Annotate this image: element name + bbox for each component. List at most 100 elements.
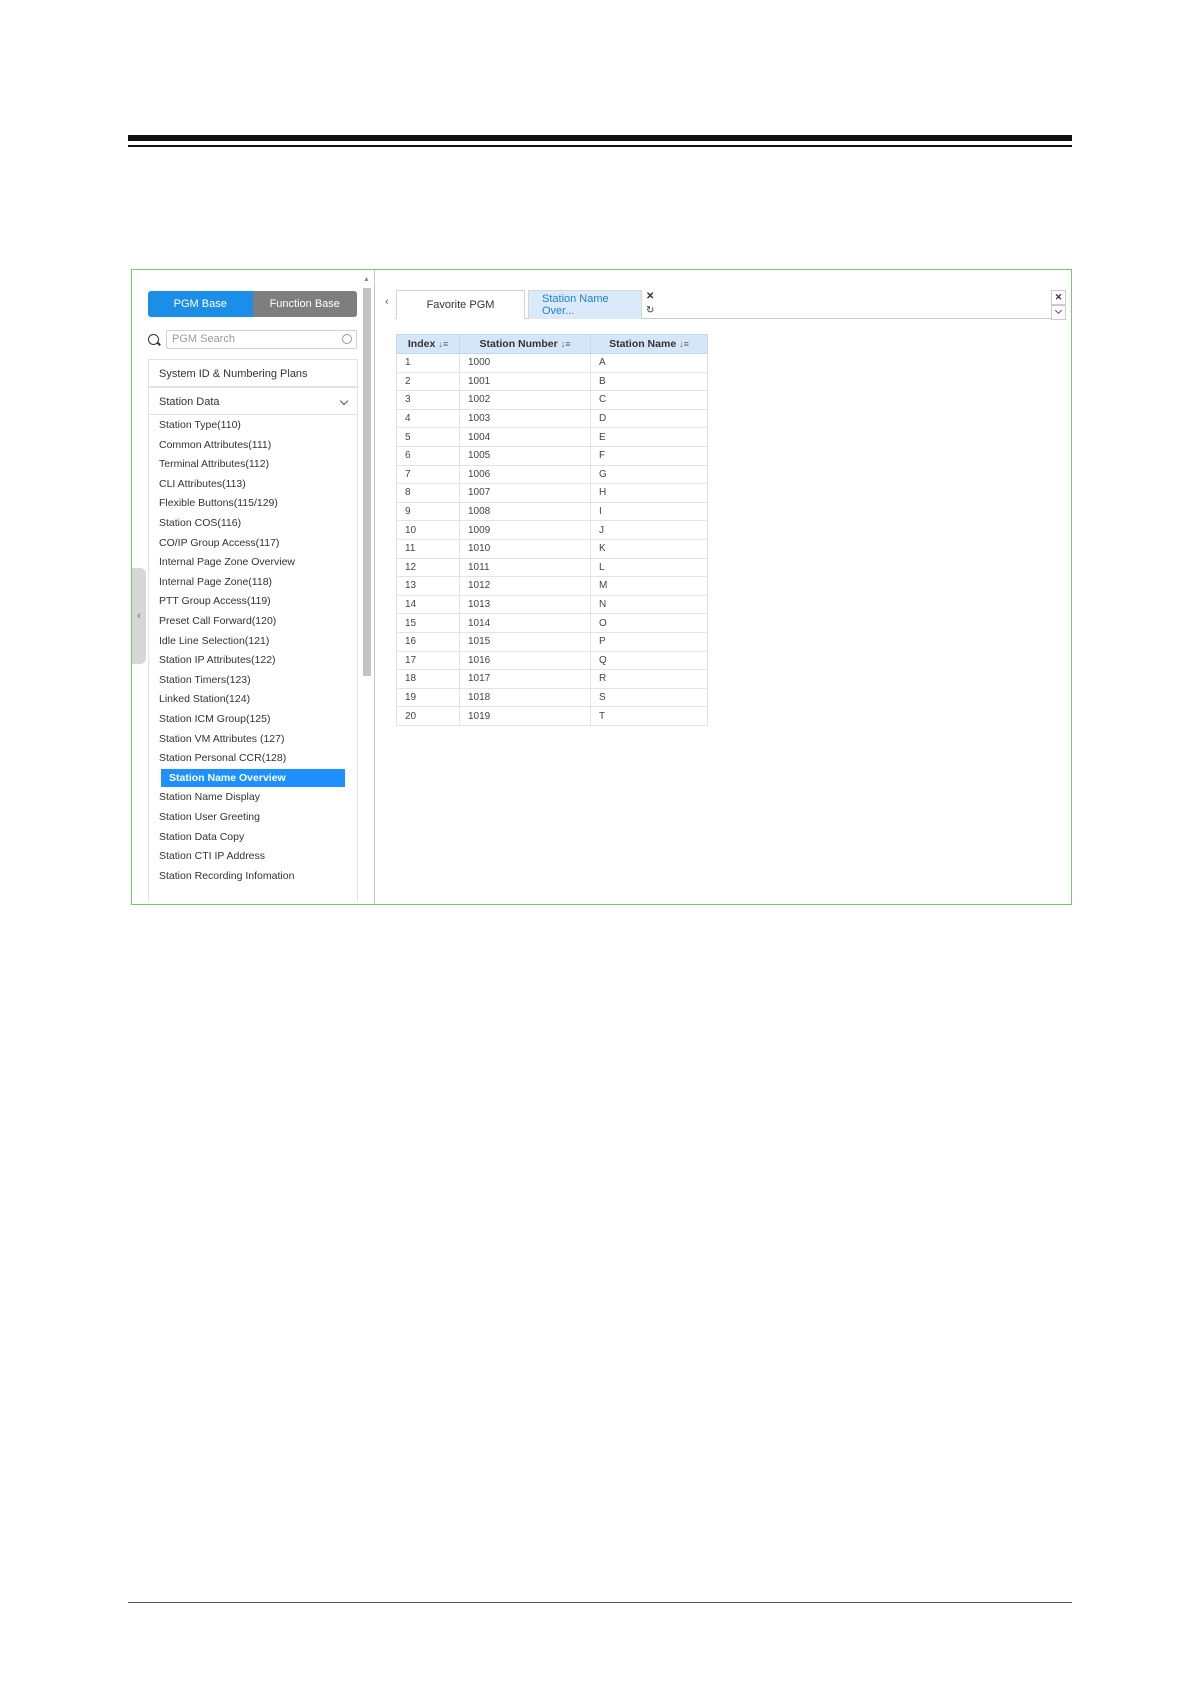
table-row[interactable]: 9 1008 I bbox=[396, 502, 708, 522]
refresh-icon[interactable]: ↻ bbox=[646, 305, 654, 316]
cell-station-number: 1011 bbox=[459, 558, 591, 578]
submenu-item[interactable]: CO/IP Group Access(117) bbox=[159, 534, 279, 552]
close-all-icon[interactable]: ✕ bbox=[1051, 290, 1066, 305]
submenu-item[interactable]: Station COS(116) bbox=[159, 514, 241, 532]
cell-station-name: J bbox=[590, 520, 708, 540]
column-header-index[interactable]: Index ↓≡ bbox=[396, 334, 460, 354]
cell-station-number: 1002 bbox=[459, 390, 591, 410]
column-header-station-name[interactable]: Station Name ↓≡ bbox=[590, 334, 708, 354]
cell-station-number: 1001 bbox=[459, 372, 591, 392]
cell-index: 3 bbox=[396, 390, 460, 410]
submenu-item[interactable]: CLI Attributes(113) bbox=[159, 475, 246, 493]
pgm-base-button[interactable]: PGM Base bbox=[148, 291, 253, 317]
cell-index: 19 bbox=[396, 688, 460, 708]
table-row[interactable]: 8 1007 H bbox=[396, 483, 708, 503]
cell-station-number: 1007 bbox=[459, 483, 591, 503]
submenu-item[interactable]: Station IP Attributes(122) bbox=[159, 651, 276, 669]
header-label: Station Name bbox=[609, 338, 677, 350]
table-row[interactable]: 16 1015 P bbox=[396, 632, 708, 652]
clear-search-icon[interactable] bbox=[342, 334, 352, 344]
submenu-item[interactable]: Terminal Attributes(112) bbox=[159, 455, 269, 473]
column-header-station-number[interactable]: Station Number ↓≡ bbox=[459, 334, 591, 354]
table-row[interactable]: 17 1016 Q bbox=[396, 651, 708, 671]
table-row[interactable]: 6 1005 F bbox=[396, 446, 708, 466]
submenu-item[interactable]: Idle Line Selection(121) bbox=[159, 632, 269, 650]
table-row[interactable]: 20 1019 T bbox=[396, 706, 708, 726]
table-row[interactable]: 5 1004 E bbox=[396, 427, 708, 447]
cell-index: 20 bbox=[396, 706, 460, 726]
table-row[interactable]: 12 1011 L bbox=[396, 558, 708, 578]
menu-station-data[interactable]: Station Data bbox=[148, 387, 358, 415]
cell-station-name: O bbox=[590, 613, 708, 633]
submenu-item[interactable]: Station Recording Infomation bbox=[159, 867, 294, 885]
submenu-item[interactable]: Station Data Copy bbox=[159, 828, 244, 846]
submenu-item[interactable]: Station Personal CCR(128) bbox=[159, 749, 286, 767]
submenu-item[interactable]: Station VM Attributes (127) bbox=[159, 730, 284, 748]
header-rule-thick bbox=[128, 135, 1072, 141]
submenu-item[interactable]: Flexible Buttons(115/129) bbox=[159, 494, 278, 512]
submenu-item[interactable]: Station ICM Group(125) bbox=[159, 710, 270, 728]
pgm-navigation-panel: ‹ PGM Base Function Base PGM Search Syst… bbox=[132, 270, 375, 904]
cell-index: 4 bbox=[396, 409, 460, 429]
cell-station-number: 1015 bbox=[459, 632, 591, 652]
table-row[interactable]: 2 1001 B bbox=[396, 372, 708, 392]
table-row[interactable]: 18 1017 R bbox=[396, 669, 708, 689]
cell-station-name: Q bbox=[590, 651, 708, 671]
cell-station-number: 1019 bbox=[459, 706, 591, 726]
cell-station-name: D bbox=[590, 409, 708, 429]
station-name-table: Index ↓≡ Station Number ↓≡ Station Name ↓≡ … bbox=[396, 334, 708, 726]
sort-icon: ↓≡ bbox=[438, 339, 449, 349]
table-row[interactable]: 7 1006 G bbox=[396, 465, 708, 485]
table-header-row: Index ↓≡ Station Number ↓≡ Station Name ↓≡ bbox=[396, 334, 708, 354]
submenu-item[interactable]: Station User Greeting bbox=[159, 808, 260, 826]
submenu-item[interactable]: Station Name Display bbox=[159, 788, 260, 806]
submenu-item[interactable]: Station Name Overview bbox=[161, 768, 345, 787]
table-row[interactable]: 19 1018 S bbox=[396, 688, 708, 708]
submenu-item[interactable]: Station CTI IP Address bbox=[159, 847, 265, 865]
function-base-button[interactable]: Function Base bbox=[252, 291, 357, 317]
submenu-item[interactable]: Station Timers(123) bbox=[159, 671, 251, 689]
table-row[interactable]: 15 1014 O bbox=[396, 613, 708, 633]
collapse-panel-handle[interactable]: ‹ bbox=[132, 568, 146, 664]
tab-favorite-pgm[interactable]: Favorite PGM bbox=[396, 290, 525, 319]
menu-system-id-label: System ID & Numbering Plans bbox=[159, 368, 308, 380]
submenu-item[interactable]: Common Attributes(111) bbox=[159, 436, 271, 454]
cell-station-name: P bbox=[590, 632, 708, 652]
scroll-up-arrow-icon[interactable]: ▲ bbox=[363, 276, 370, 283]
table-row[interactable]: 4 1003 D bbox=[396, 409, 708, 429]
submenu-item[interactable]: Preset Call Forward(120) bbox=[159, 612, 276, 630]
cell-station-name: C bbox=[590, 390, 708, 410]
cell-station-name: M bbox=[590, 576, 708, 596]
cell-station-number: 1013 bbox=[459, 595, 591, 615]
table-row[interactable]: 13 1012 M bbox=[396, 576, 708, 596]
cell-station-number: 1000 bbox=[459, 353, 591, 373]
submenu-item[interactable]: PTT Group Access(119) bbox=[159, 592, 271, 610]
header-label: Index bbox=[407, 338, 436, 350]
table-row[interactable]: 1 1000 A bbox=[396, 353, 708, 373]
mode-toggle: PGM Base Function Base bbox=[148, 291, 357, 317]
cell-index: 13 bbox=[396, 576, 460, 596]
menu-station-data-label: Station Data bbox=[159, 396, 220, 408]
cell-index: 9 bbox=[396, 502, 460, 522]
table-row[interactable]: 3 1002 C bbox=[396, 390, 708, 410]
cell-station-number: 1006 bbox=[459, 465, 591, 485]
submenu-item[interactable]: Internal Page Zone(118) bbox=[159, 573, 272, 591]
cell-station-name: K bbox=[590, 539, 708, 559]
cell-station-name: H bbox=[590, 483, 708, 503]
submenu-item[interactable]: Linked Station(124) bbox=[159, 690, 250, 708]
scroll-thumb[interactable] bbox=[363, 288, 371, 676]
menu-system-id-numbering[interactable]: System ID & Numbering Plans bbox=[148, 359, 358, 387]
chevron-down-icon[interactable] bbox=[1051, 305, 1066, 320]
submenu-item[interactable]: Station Type(110) bbox=[159, 416, 241, 434]
submenu-item[interactable]: Internal Page Zone Overview bbox=[159, 553, 295, 571]
table-row[interactable]: 10 1009 J bbox=[396, 520, 708, 540]
table-row[interactable]: 14 1013 N bbox=[396, 595, 708, 615]
tab-station-name-overview[interactable]: Station Name Over... bbox=[528, 290, 642, 319]
chevron-left-icon[interactable]: ‹ bbox=[385, 296, 389, 308]
cell-station-name: B bbox=[590, 372, 708, 392]
cell-station-number: 1016 bbox=[459, 651, 591, 671]
nav-scrollbar[interactable]: ▲ bbox=[361, 276, 373, 902]
table-row[interactable]: 11 1010 K bbox=[396, 539, 708, 559]
pgm-search-input[interactable]: PGM Search bbox=[166, 330, 357, 349]
close-tab-icon[interactable]: ✕ bbox=[646, 291, 654, 302]
